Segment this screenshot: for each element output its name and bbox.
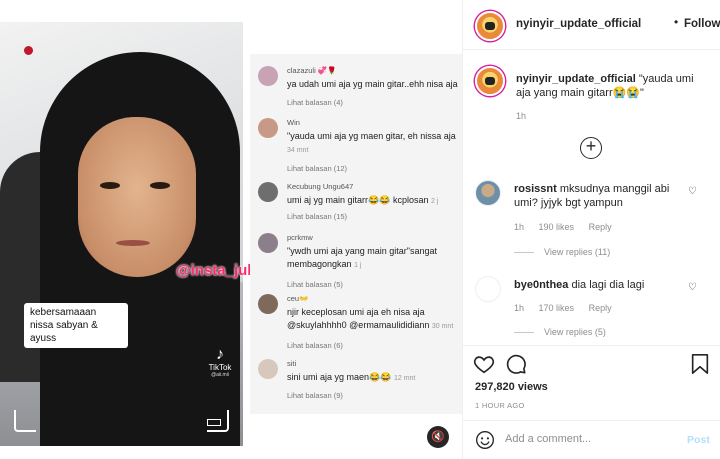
following-button[interactable]: Following bbox=[684, 18, 720, 30]
comment-body: "ywdh umi aja yang main gitar"sangat mem… bbox=[287, 246, 437, 269]
comment-body: "yauda umi aja yg maen gitar, eh nissa a… bbox=[287, 131, 456, 141]
avatar bbox=[258, 66, 278, 86]
like-comment-heart-icon[interactable]: ♡ bbox=[688, 186, 697, 197]
comment-body: njir keceplosan umi aja eh nisa aja @sku… bbox=[287, 307, 430, 330]
comment-bubble-icon[interactable] bbox=[505, 353, 527, 375]
post-media[interactable]: kebersamaaan nissa sabyan & ayuss ♪ TikT… bbox=[0, 0, 462, 459]
comment-text: rosissnt mksudnya manggil abi umi? jyjyk… bbox=[514, 182, 684, 210]
avatar bbox=[258, 182, 278, 202]
avatar bbox=[258, 233, 278, 253]
avatar[interactable] bbox=[475, 11, 505, 41]
comment-body: ya udah umi aja yg main gitar..ehh nisa … bbox=[287, 79, 458, 89]
view-replies-link[interactable]: Lihat balasan (6) bbox=[287, 341, 343, 350]
comment-user: ceu👐 bbox=[287, 294, 309, 303]
post-side-panel: nyinyir_update_official • Following nyin… bbox=[462, 0, 720, 459]
reply-button[interactable]: Reply bbox=[589, 303, 612, 313]
tiktok-handle: @aii.mii bbox=[211, 372, 229, 378]
view-replies-link[interactable]: Lihat balasan (9) bbox=[287, 391, 343, 400]
comment-text: sini umi aja yg maen😂😂 12 mnt bbox=[287, 371, 462, 385]
avatar bbox=[258, 118, 278, 138]
comment-input[interactable] bbox=[505, 433, 675, 445]
like-comment-heart-icon[interactable]: ♡ bbox=[688, 282, 697, 293]
comment-user: Kecubung Ungu647 bbox=[287, 182, 354, 191]
bookmark-icon[interactable] bbox=[690, 353, 710, 375]
view-replies-label[interactable]: View replies (11) bbox=[544, 247, 610, 257]
separator-dot: • bbox=[674, 15, 679, 29]
record-dot-icon bbox=[24, 46, 33, 55]
comment-user: pcrkmw bbox=[287, 233, 313, 242]
comment-user: clazazuli 💞🌹 bbox=[287, 66, 337, 75]
comment-likes[interactable]: 170 likes bbox=[539, 303, 575, 313]
comment-time: 30 mnt bbox=[431, 323, 454, 330]
face bbox=[78, 117, 196, 277]
tiktok-comments: clazazuli 💞🌹 ya udah umi aja yg main git… bbox=[250, 54, 462, 414]
comment-meta: 1h 190 likes Reply bbox=[514, 222, 624, 232]
comment-meta: 1h 170 likes Reply bbox=[514, 303, 624, 313]
comment-text: "yauda umi aja yg maen gitar, eh nissa a… bbox=[287, 130, 462, 157]
post-timestamp[interactable]: 1 HOUR AGO bbox=[475, 401, 525, 410]
comment-user: siti bbox=[287, 359, 297, 368]
view-replies-button[interactable]: View replies (5) bbox=[514, 327, 606, 337]
comment-user: Win bbox=[287, 118, 300, 127]
view-replies-button[interactable]: View replies (11) bbox=[514, 247, 610, 257]
comment-time: 34 mnt bbox=[287, 147, 309, 154]
right-eye bbox=[150, 182, 170, 189]
caption-text: nyinyir_update_official "yauda umi aja y… bbox=[516, 72, 711, 100]
comment-time: 1 j bbox=[354, 262, 362, 269]
comment-time: 12 mnt bbox=[393, 375, 416, 382]
tiktok-note-icon: ♪ bbox=[216, 346, 224, 363]
header-username[interactable]: nyinyir_update_official bbox=[516, 18, 641, 30]
divider-line bbox=[514, 332, 534, 334]
comment-username[interactable]: rosissnt bbox=[514, 183, 557, 195]
avatar bbox=[258, 294, 278, 314]
emoji-icon[interactable] bbox=[475, 430, 495, 450]
view-replies-link[interactable]: Lihat balasan (15) bbox=[287, 212, 347, 221]
views-count[interactable]: 297,820 views bbox=[475, 381, 548, 393]
comment-text: njir keceplosan umi aja eh nisa aja @sku… bbox=[287, 306, 462, 333]
caption-username[interactable]: nyinyir_update_official bbox=[516, 73, 636, 85]
comment-body: umi aj yg main gitarr😂😂 kcplosan bbox=[287, 195, 429, 205]
comment-text: "ywdh umi aja yang main gitar"sangat mem… bbox=[287, 245, 462, 272]
speaker-muted-icon: 🔇 bbox=[431, 431, 445, 443]
comment-time: 2 j bbox=[430, 198, 439, 205]
post-comment-button[interactable]: Post bbox=[687, 434, 710, 446]
view-replies-label[interactable]: View replies (5) bbox=[544, 327, 606, 337]
comment-body: sini umi aja yg maen😂😂 bbox=[287, 372, 392, 382]
battery-icon bbox=[207, 419, 221, 426]
comment-text: ya udah umi aja yg main gitar..ehh nisa … bbox=[287, 78, 462, 92]
view-replies-link[interactable]: Lihat balasan (12) bbox=[287, 164, 347, 173]
comment-text: umi aj yg main gitarr😂😂 kcplosan 2 j bbox=[287, 194, 462, 208]
left-eye bbox=[100, 182, 120, 189]
comment-time: 1h bbox=[514, 222, 525, 232]
avatar[interactable] bbox=[475, 276, 501, 302]
comment-likes[interactable]: 190 likes bbox=[539, 222, 575, 232]
divider-line bbox=[514, 252, 534, 254]
avatar[interactable] bbox=[475, 180, 501, 206]
comment-body: dia lagi dia lagi bbox=[571, 279, 645, 291]
plus-circle-icon: + bbox=[585, 136, 597, 156]
frame-corner-icon bbox=[14, 410, 36, 432]
comment-time: 1h bbox=[514, 303, 525, 313]
reply-button[interactable]: Reply bbox=[589, 222, 612, 232]
view-replies-link[interactable]: Lihat balasan (4) bbox=[287, 98, 343, 107]
load-more-comments-button[interactable]: + bbox=[580, 137, 602, 159]
comment-text: bye0nthea dia lagi dia lagi bbox=[514, 278, 684, 292]
view-replies-link[interactable]: Lihat balasan (5) bbox=[287, 280, 343, 289]
add-comment-bar: Post bbox=[463, 420, 720, 459]
mute-toggle-button[interactable]: 🔇 bbox=[427, 426, 449, 448]
mouth bbox=[116, 240, 150, 246]
post-header: nyinyir_update_official • Following bbox=[463, 0, 720, 50]
video-frame[interactable]: kebersamaaan nissa sabyan & ayuss ♪ TikT… bbox=[0, 22, 243, 446]
avatar[interactable] bbox=[475, 66, 505, 96]
like-heart-icon[interactable] bbox=[473, 353, 495, 375]
tiktok-logo: ♪ TikTok @aii.mii bbox=[205, 346, 235, 379]
video-caption: kebersamaaan nissa sabyan & ayuss bbox=[24, 303, 128, 348]
avatar bbox=[258, 359, 278, 379]
tiktok-label: TikTok bbox=[208, 363, 232, 372]
comment-username[interactable]: bye0nthea bbox=[514, 279, 568, 291]
caption-time: 1h bbox=[516, 111, 527, 121]
